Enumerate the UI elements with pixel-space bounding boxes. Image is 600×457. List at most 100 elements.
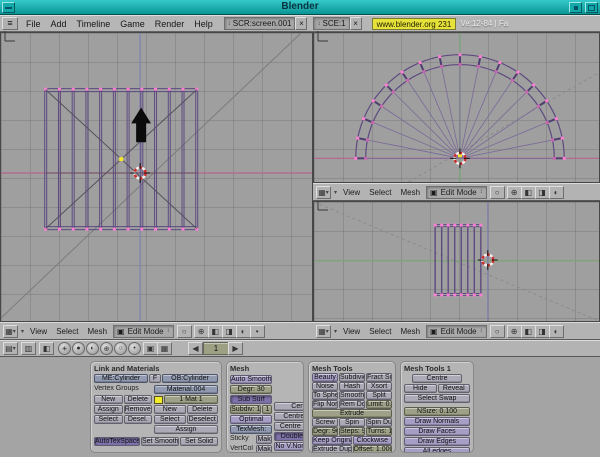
material-context-icon[interactable]: ● bbox=[72, 342, 85, 355]
auto-smooth-toggle[interactable]: Auto Smooth bbox=[230, 375, 272, 384]
offset-field[interactable]: Offset: 1.000 bbox=[353, 445, 393, 453]
draw-normals-toggle[interactable]: Draw Normals bbox=[404, 417, 470, 426]
panel-align-button[interactable]: ▥ bbox=[21, 342, 36, 355]
subcontext-button[interactable]: ▣ bbox=[143, 342, 158, 355]
layer-button[interactable]: ◧ bbox=[208, 325, 223, 338]
viewport-front[interactable] bbox=[0, 32, 313, 322]
hide-button[interactable]: Hide bbox=[404, 384, 437, 393]
select-swap-button[interactable]: Select Swap bbox=[404, 394, 470, 403]
layer-button[interactable]: ◨ bbox=[535, 325, 550, 338]
centre-button[interactable]: Centre bbox=[412, 374, 462, 383]
material-new-button[interactable]: New bbox=[154, 405, 186, 414]
steps-field[interactable]: Steps: 9 bbox=[339, 427, 365, 436]
lamp-context-icon[interactable]: ☀ bbox=[58, 342, 71, 355]
draw-type-button[interactable]: ○ bbox=[490, 186, 505, 199]
beauty-toggle[interactable]: Beauty bbox=[312, 373, 338, 382]
layer-button[interactable]: ◨ bbox=[222, 325, 237, 338]
vgroup-select-button[interactable]: Select bbox=[94, 415, 123, 424]
layer-button[interactable]: ◧ bbox=[521, 325, 536, 338]
texture-context-icon[interactable]: ◐ bbox=[86, 342, 99, 355]
snap-button[interactable]: ◐ bbox=[236, 325, 251, 338]
window-titlebar[interactable]: Blender bbox=[0, 0, 600, 15]
mesh-menu[interactable]: Mesh bbox=[397, 188, 423, 197]
vgroup-delete-button[interactable]: Delete bbox=[124, 395, 153, 404]
editing-context-icon[interactable]: ○ bbox=[114, 342, 127, 355]
menu-render[interactable]: Render bbox=[150, 19, 190, 29]
material-delete-button[interactable]: Delete bbox=[187, 405, 219, 414]
mesh-menu[interactable]: Mesh bbox=[84, 327, 110, 336]
rotation-center-button[interactable]: ⊕ bbox=[194, 325, 209, 338]
extrude-dup-button[interactable]: Extrude Dup bbox=[312, 445, 352, 453]
set-smooth-button[interactable]: Set Smooth bbox=[141, 437, 179, 446]
rem-doubles-button[interactable]: Rem Doubles bbox=[339, 400, 365, 409]
view-menu[interactable]: View bbox=[27, 327, 50, 336]
select-menu[interactable]: Select bbox=[366, 188, 394, 197]
snap-button[interactable]: ◐ bbox=[549, 325, 564, 338]
select-menu[interactable]: Select bbox=[53, 327, 81, 336]
autotexspace-toggle[interactable]: AutoTexSpace bbox=[94, 437, 140, 446]
minimize-button[interactable] bbox=[569, 2, 582, 13]
mode-dropdown[interactable]: ▣ Edit Mode ↕ bbox=[426, 186, 487, 199]
subdiv-field[interactable]: Subdiv: 1 bbox=[230, 405, 261, 414]
render-subdiv-field[interactable]: 1 bbox=[262, 405, 272, 414]
panel-view-button[interactable]: ◧ bbox=[39, 342, 54, 355]
vgroup-assign-button[interactable]: Assign bbox=[94, 405, 123, 414]
vgroup-remove-button[interactable]: Remove bbox=[124, 405, 153, 414]
editor-type-button[interactable]: ▦▾ bbox=[316, 186, 331, 199]
texmesh-field[interactable]: TexMesh: bbox=[230, 425, 272, 434]
limit-field[interactable]: Limit: 0.001 bbox=[366, 400, 392, 409]
rotation-center-button[interactable]: ⊕ bbox=[507, 186, 522, 199]
header-collapse-icon[interactable]: ▾ bbox=[334, 189, 337, 196]
render-button[interactable]: • bbox=[250, 325, 265, 338]
flip-normals-button[interactable]: Flip Normals bbox=[312, 400, 338, 409]
menu-file[interactable]: File bbox=[21, 19, 46, 29]
frame-back-button[interactable]: ◀ bbox=[188, 342, 203, 355]
material-color-swatch[interactable] bbox=[154, 396, 163, 404]
centre-button[interactable]: Centre bbox=[274, 402, 304, 411]
mode-dropdown[interactable]: ▣ Edit Mode ↕ bbox=[426, 325, 487, 338]
header-collapse-icon[interactable]: ▾ bbox=[334, 328, 337, 335]
viewport-side[interactable] bbox=[313, 201, 600, 322]
reveal-button[interactable]: Reveal bbox=[438, 384, 471, 393]
scene-selector[interactable]: ↕ SCE:1 bbox=[313, 17, 349, 30]
degr-field[interactable]: Degr: 90 bbox=[312, 427, 338, 436]
header-collapse-icon[interactable]: ▾ bbox=[21, 328, 24, 335]
optimal-toggle[interactable]: Optimal bbox=[230, 415, 272, 424]
material-assign-button[interactable]: Assign bbox=[154, 425, 218, 434]
view-menu[interactable]: View bbox=[340, 188, 363, 197]
scene-context-icon[interactable]: • bbox=[128, 342, 141, 355]
menu-help[interactable]: Help bbox=[189, 19, 218, 29]
hash-button[interactable]: Hash bbox=[339, 382, 365, 391]
vertcol-make-button[interactable]: Make bbox=[256, 445, 272, 453]
frame-number-field[interactable]: 1 bbox=[203, 342, 229, 355]
maximize-button[interactable] bbox=[585, 2, 598, 13]
frame-forward-button[interactable]: ▶ bbox=[228, 342, 243, 355]
keep-original-toggle[interactable]: Keep Original bbox=[312, 436, 352, 445]
draw-type-button[interactable]: ○ bbox=[177, 325, 192, 338]
sticky-make-button[interactable]: Make bbox=[256, 435, 272, 444]
nsize-field[interactable]: NSize: 0.100 bbox=[404, 407, 470, 416]
material-index-field[interactable]: 1 Mat 1 bbox=[164, 395, 218, 404]
mesh-menu[interactable]: Mesh bbox=[397, 327, 423, 336]
layer-button[interactable]: ◨ bbox=[535, 186, 550, 199]
draw-faces-toggle[interactable]: Draw Faces bbox=[404, 427, 470, 436]
centre-new-button[interactable]: Centre New bbox=[274, 412, 304, 421]
mode-dropdown[interactable]: ▣ Edit Mode ↕ bbox=[113, 325, 174, 338]
to-sphere-button[interactable]: To Sphere bbox=[312, 391, 338, 400]
no-vnormal-flip-toggle[interactable]: No V.Normal Flip bbox=[274, 442, 304, 451]
menu-timeline[interactable]: Timeline bbox=[72, 19, 116, 29]
extrude-button[interactable]: Extrude bbox=[312, 409, 392, 418]
screw-button[interactable]: Screw bbox=[312, 418, 338, 427]
screen-selector[interactable]: ↕ SCR:screen.001 bbox=[224, 17, 296, 30]
centre-cursor-button[interactable]: Centre Cursor bbox=[274, 422, 304, 431]
menu-game[interactable]: Game bbox=[115, 19, 150, 29]
turns-field[interactable]: Turns: 1 bbox=[366, 427, 392, 436]
fract-subd-button[interactable]: Fract Subd bbox=[366, 373, 392, 382]
mesh-name-field[interactable]: ME:Cylinder bbox=[94, 374, 148, 383]
view-menu[interactable]: View bbox=[340, 327, 363, 336]
viewport-top[interactable] bbox=[313, 32, 600, 183]
object-context-icon[interactable]: ⊕ bbox=[100, 342, 113, 355]
subdivide-button[interactable]: Subdivide bbox=[339, 373, 365, 382]
degr-field[interactable]: Degr: 30 bbox=[230, 385, 272, 394]
xsort-button[interactable]: Xsort bbox=[366, 382, 392, 391]
